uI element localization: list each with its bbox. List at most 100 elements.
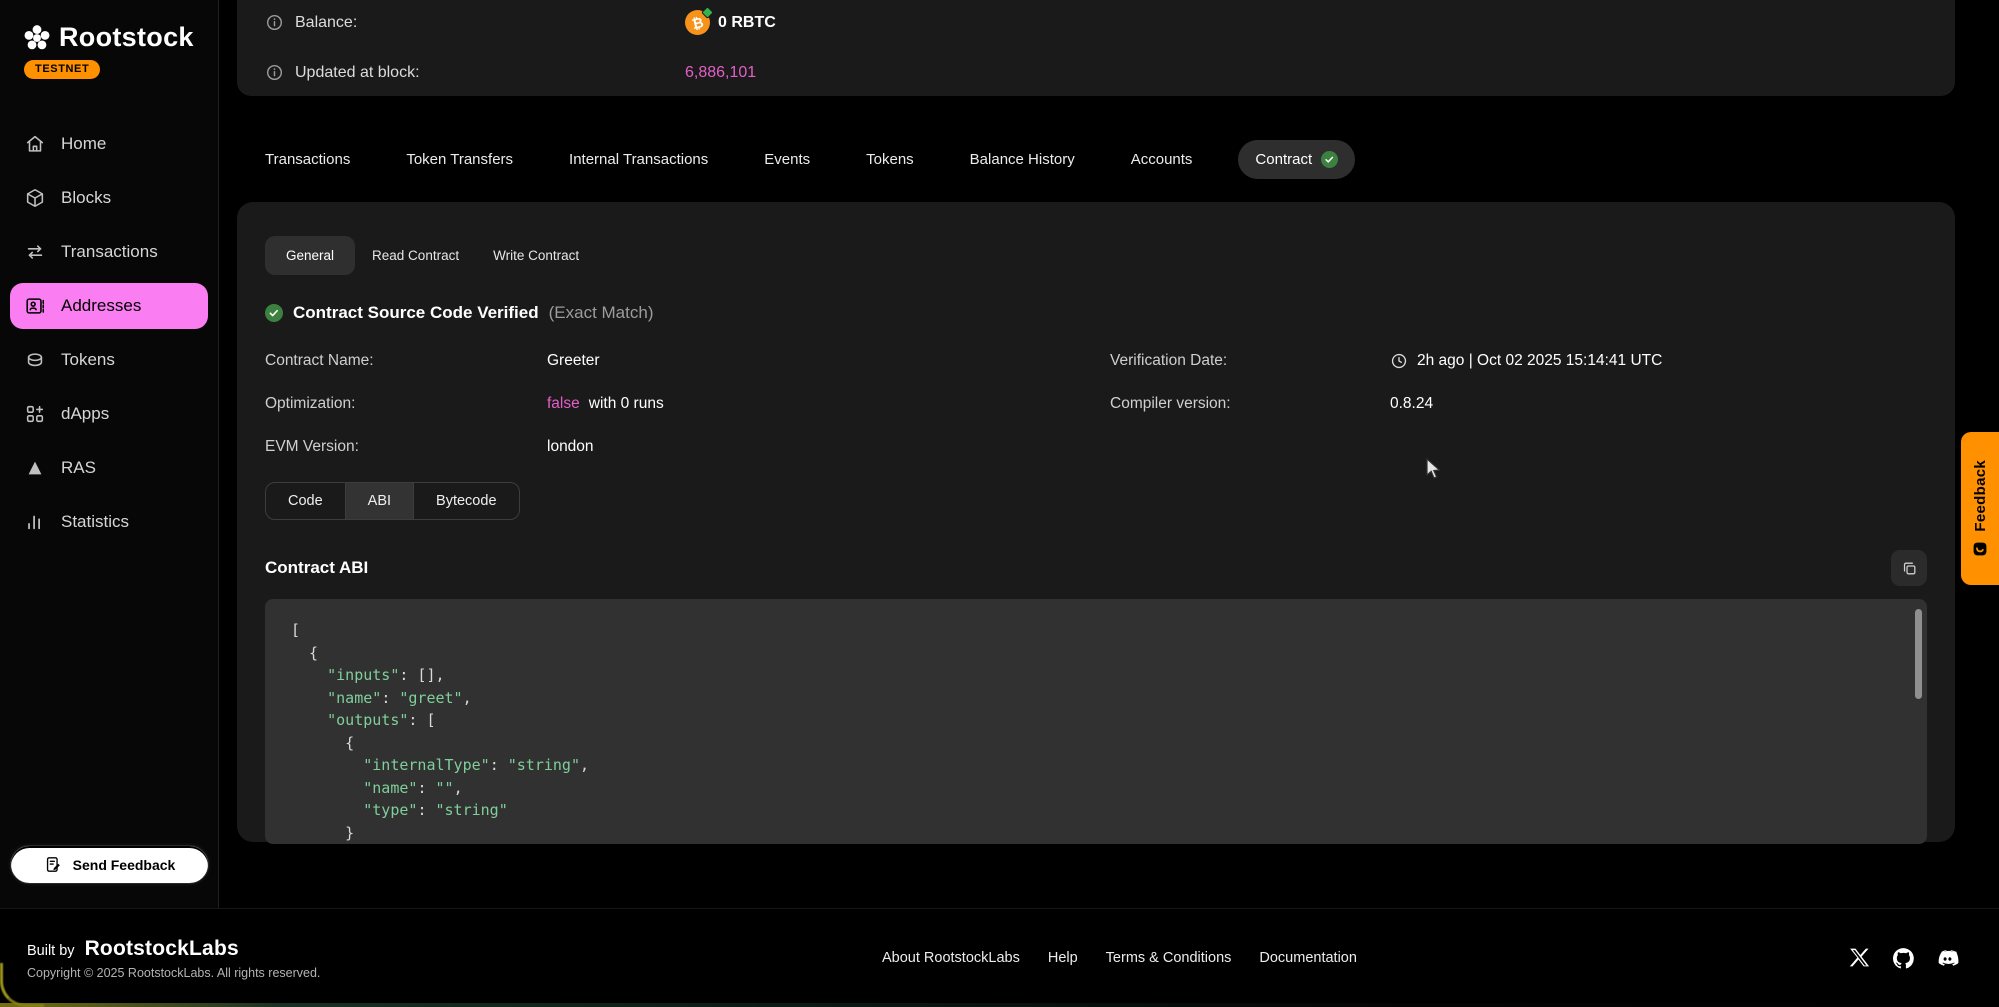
abi-header: Contract ABI	[265, 550, 1927, 586]
evm-version-row: EVM Version: london	[265, 425, 1110, 468]
updated-block-row: Updated at block: 6,886,101	[265, 63, 1927, 82]
copy-icon	[1901, 560, 1918, 577]
tab-balance-history[interactable]: Balance History	[970, 151, 1075, 168]
content-area: Rootstock TESTNET Home Blocks	[0, 0, 1999, 908]
verification-date-row: Verification Date: 2h ago | Oct 02 2025 …	[1110, 339, 1927, 382]
sidebar-item-statistics[interactable]: Statistics	[10, 499, 208, 545]
rootstock-flower-icon	[22, 23, 52, 53]
optimization-row: Optimization: false with 0 runs	[265, 382, 1110, 425]
sidebar-item-ras[interactable]: RAS	[10, 445, 208, 491]
copy-abi-button[interactable]	[1891, 550, 1927, 586]
cube-icon	[24, 187, 46, 209]
rootstocklabs-brand[interactable]: RootstockLabs	[85, 937, 239, 961]
compiler-version-row: Compiler version: 0.8.24	[1110, 382, 1927, 425]
compiler-version-value: 0.8.24	[1390, 395, 1433, 413]
contract-name-row: Contract Name: Greeter	[265, 339, 1110, 382]
sidebar-item-label: RAS	[61, 458, 96, 478]
copyright-text: Copyright © 2025 RootstockLabs. All righ…	[27, 966, 587, 980]
contract-name-value: Greeter	[547, 352, 600, 370]
contract-subtabs: General Read Contract Write Contract	[265, 236, 1927, 275]
feedback-side-tab[interactable]: Feedback	[1961, 432, 1999, 585]
send-feedback-label: Send Feedback	[73, 857, 176, 873]
verified-match-type: (Exact Match)	[549, 303, 654, 323]
x-twitter-icon[interactable]	[1847, 946, 1872, 971]
subtab-general[interactable]: General	[265, 236, 355, 275]
tab-token-transfers[interactable]: Token Transfers	[406, 151, 513, 168]
triangle-icon	[24, 457, 46, 479]
tab-transactions[interactable]: Transactions	[265, 151, 350, 168]
verification-date-value: 2h ago | Oct 02 2025 15:14:41 UTC	[1390, 352, 1662, 370]
balance-label: Balance:	[295, 14, 357, 32]
feedback-tab-label: Feedback	[1972, 460, 1989, 532]
sidebar-item-addresses[interactable]: Addresses	[10, 283, 208, 329]
brand-name: Rootstock	[59, 22, 194, 53]
evm-version-label: EVM Version:	[265, 438, 547, 456]
info-icon[interactable]	[265, 13, 284, 32]
verified-banner: Contract Source Code Verified (Exact Mat…	[265, 303, 1927, 323]
sidebar-item-tokens[interactable]: Tokens	[10, 337, 208, 383]
code-scrollbar-thumb[interactable]	[1915, 609, 1922, 699]
footer-link-about[interactable]: About RootstockLabs	[882, 950, 1020, 966]
footer-link-documentation[interactable]: Documentation	[1259, 950, 1357, 966]
bottom-gradient-strip	[0, 1003, 1999, 1007]
subtab-write-contract[interactable]: Write Contract	[476, 236, 596, 275]
tab-accounts[interactable]: Accounts	[1131, 151, 1193, 168]
footer-socials	[1847, 946, 1972, 971]
compiler-version-label: Compiler version:	[1110, 395, 1390, 413]
sidebar-item-transactions[interactable]: Transactions	[10, 229, 208, 275]
rbtc-coin-icon: ₿	[685, 10, 710, 35]
footer-link-terms[interactable]: Terms & Conditions	[1106, 950, 1232, 966]
sidebar-item-label: Addresses	[61, 296, 141, 316]
verification-date-label: Verification Date:	[1110, 352, 1390, 370]
updated-block-label: Updated at block:	[295, 64, 420, 82]
sidebar-item-label: Transactions	[61, 242, 158, 262]
tab-internal-transactions[interactable]: Internal Transactions	[569, 151, 708, 168]
abi-title: Contract ABI	[265, 558, 368, 578]
segment-bytecode[interactable]: Bytecode	[414, 483, 518, 519]
feedback-form-icon	[44, 855, 63, 874]
segment-abi[interactable]: ABI	[346, 483, 414, 519]
testnet-badge: TESTNET	[24, 60, 100, 79]
main-content: Balance: ₿ 0 RBTC Updated at block: 6,88…	[219, 0, 1999, 908]
github-icon[interactable]	[1891, 946, 1916, 971]
verified-title: Contract Source Code Verified	[293, 303, 539, 323]
sidebar-item-label: Tokens	[61, 350, 115, 370]
optimization-value: false with 0 runs	[547, 395, 664, 413]
address-tabs: Transactions Token Transfers Internal Tr…	[237, 130, 1955, 188]
built-by-text: Built by	[27, 943, 75, 959]
contact-card-icon	[24, 295, 46, 317]
sidebar-item-label: Blocks	[61, 188, 111, 208]
info-icon[interactable]	[265, 63, 284, 82]
verified-check-icon	[265, 304, 283, 322]
brand-logo[interactable]: Rootstock TESTNET	[0, 0, 218, 79]
footer: Built by RootstockLabs Copyright © 2025 …	[0, 908, 1999, 1007]
bar-chart-icon	[24, 511, 46, 533]
discord-icon[interactable]	[1935, 946, 1960, 971]
verified-check-icon	[1321, 151, 1338, 168]
balance-value: ₿ 0 RBTC	[685, 10, 776, 35]
tab-events[interactable]: Events	[764, 151, 810, 168]
footer-links: About RootstockLabs Help Terms & Conditi…	[882, 950, 1357, 966]
subtab-read-contract[interactable]: Read Contract	[355, 236, 476, 275]
grid-plus-icon	[24, 403, 46, 425]
coin-icon	[24, 349, 46, 371]
abi-code-block[interactable]: [ { "inputs": [], "name": "greet", "outp…	[265, 599, 1927, 844]
sidebar-item-blocks[interactable]: Blocks	[10, 175, 208, 221]
sidebar-item-home[interactable]: Home	[10, 121, 208, 167]
block-number-link[interactable]: 6,886,101	[685, 64, 756, 82]
address-summary-card: Balance: ₿ 0 RBTC Updated at block: 6,88…	[237, 0, 1955, 96]
contract-panel: General Read Contract Write Contract Con…	[237, 202, 1955, 842]
abi-code-content: [ { "inputs": [], "name": "greet", "outp…	[291, 619, 1901, 844]
swap-arrows-icon	[24, 241, 46, 263]
footer-link-help[interactable]: Help	[1048, 950, 1078, 966]
sidebar-item-dapps[interactable]: dApps	[10, 391, 208, 437]
send-feedback-button[interactable]: Send Feedback	[10, 845, 209, 884]
segment-code[interactable]: Code	[266, 483, 346, 519]
clock-icon	[1390, 352, 1408, 370]
home-icon	[24, 133, 46, 155]
contract-details: Contract Name: Greeter Optimization: fal…	[265, 339, 1927, 468]
tab-tokens[interactable]: Tokens	[866, 151, 914, 168]
optimization-label: Optimization:	[265, 395, 547, 413]
tab-contract[interactable]: Contract	[1238, 140, 1355, 179]
code-view-switch: Code ABI Bytecode	[265, 482, 520, 520]
